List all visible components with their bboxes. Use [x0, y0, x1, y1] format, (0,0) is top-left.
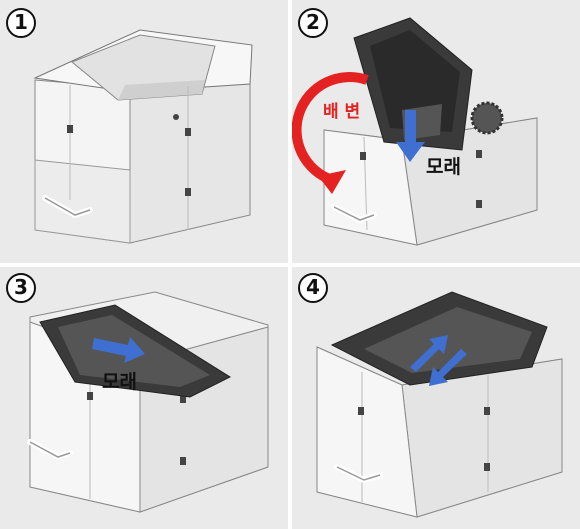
closed-box-illustration — [33, 29, 253, 244]
step-3-panel: 3 모래 — [0, 267, 288, 529]
sand-label: 모래 — [102, 371, 137, 393]
step-2-panel: 2 배 변 모래 — [292, 0, 580, 263]
step-number-badge: 4 — [298, 273, 328, 303]
step-4-panel: 4 — [292, 267, 580, 529]
sand-label: 모래 — [426, 156, 461, 178]
step-1-panel: 1 — [0, 0, 288, 263]
instruction-grid: 1 2 배 변 모래 3 모래 4 — [0, 0, 580, 529]
step-number-badge: 1 — [6, 8, 36, 38]
tilted-tray-illustration — [27, 291, 269, 513]
shaking-tray-illustration — [316, 291, 563, 518]
step-number-badge: 3 — [6, 273, 36, 303]
rotated-tray-illustration — [292, 17, 538, 246]
step-number-badge: 2 — [298, 8, 328, 38]
rotate-label: 배 변 — [323, 102, 361, 122]
